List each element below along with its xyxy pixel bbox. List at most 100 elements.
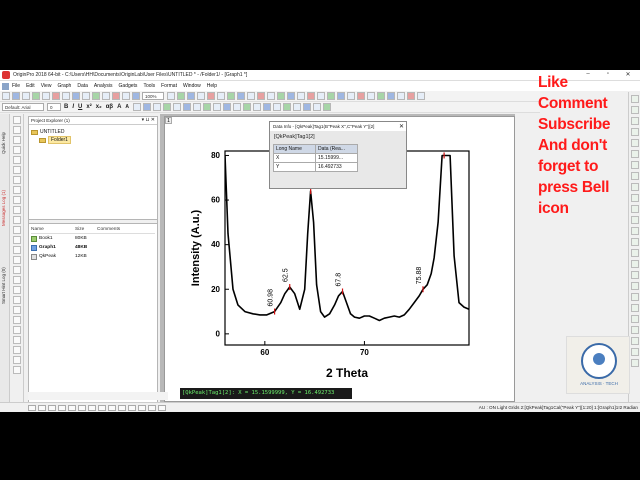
tree-root[interactable]: UNTITLED xyxy=(31,128,155,136)
tool-button[interactable] xyxy=(630,359,639,367)
tool-button[interactable] xyxy=(12,316,21,324)
tool-button[interactable] xyxy=(12,146,21,154)
status-tool-button[interactable] xyxy=(98,405,106,411)
tool-button[interactable] xyxy=(12,226,21,234)
toolbar-button[interactable] xyxy=(163,103,172,111)
tool-button[interactable] xyxy=(12,336,21,344)
tool-button[interactable] xyxy=(12,236,21,244)
tool-button[interactable] xyxy=(12,116,21,124)
toolbar-button[interactable] xyxy=(203,103,212,111)
menu-file[interactable]: File xyxy=(12,83,20,89)
tool-button[interactable] xyxy=(630,337,639,345)
toolbar-button[interactable] xyxy=(317,92,325,100)
toolbar-button[interactable] xyxy=(367,92,375,100)
menu-analysis[interactable]: Analysis xyxy=(94,83,113,89)
tab-smart-hint-log[interactable]: Smart Hint Log (0) xyxy=(1,267,6,304)
status-tool-button[interactable] xyxy=(118,405,126,411)
status-tool-button[interactable] xyxy=(108,405,116,411)
status-tool-button[interactable] xyxy=(158,405,166,411)
toolbar-button[interactable] xyxy=(243,103,252,111)
toolbar-button[interactable] xyxy=(223,103,232,111)
toolbar-button[interactable] xyxy=(387,92,395,100)
tool-button[interactable] xyxy=(630,271,639,279)
toolbar-button[interactable] xyxy=(327,92,335,100)
toolbar-button[interactable] xyxy=(177,92,185,100)
toolbar-button[interactable] xyxy=(307,92,315,100)
tool-button[interactable] xyxy=(12,356,21,364)
status-tool-button[interactable] xyxy=(128,405,136,411)
menu-data[interactable]: Data xyxy=(77,83,88,89)
toolbar-button[interactable] xyxy=(193,103,202,111)
project-explorer-controls[interactable]: ▾ ⊔ ✕ xyxy=(142,117,155,123)
status-tool-button[interactable] xyxy=(38,405,46,411)
tool-button[interactable] xyxy=(12,276,21,284)
bold-button[interactable]: B xyxy=(64,104,68,110)
tool-button[interactable] xyxy=(12,346,21,354)
toolbar-button[interactable] xyxy=(112,92,120,100)
toolbar-button[interactable] xyxy=(122,92,130,100)
toolbar-button[interactable] xyxy=(233,103,242,111)
menu-gadgets[interactable]: Gadgets xyxy=(119,83,138,89)
tool-button[interactable] xyxy=(630,249,639,257)
tool-button[interactable] xyxy=(12,296,21,304)
toolbar-button[interactable] xyxy=(62,92,70,100)
menu-help[interactable]: Help xyxy=(207,83,217,89)
tool-button[interactable] xyxy=(630,238,639,246)
superscript-button[interactable]: x² xyxy=(86,104,91,110)
toolbar-button[interactable] xyxy=(197,92,205,100)
toolbar-button[interactable] xyxy=(293,103,302,111)
toolbar-button[interactable] xyxy=(257,92,265,100)
toolbar-button[interactable] xyxy=(347,92,355,100)
tool-button[interactable] xyxy=(630,293,639,301)
toolbar-button[interactable] xyxy=(237,92,245,100)
toolbar-button[interactable] xyxy=(32,92,40,100)
tool-button[interactable] xyxy=(12,176,21,184)
toolbar-button[interactable] xyxy=(72,92,80,100)
tab-quick-help[interactable]: Quick Help xyxy=(1,132,6,154)
increase-font-button[interactable]: A xyxy=(117,104,121,110)
tool-button[interactable] xyxy=(630,304,639,312)
font-size-select[interactable]: 0 xyxy=(47,103,61,111)
toolbar-button[interactable] xyxy=(132,92,140,100)
tool-button[interactable] xyxy=(12,136,21,144)
tool-button[interactable] xyxy=(12,156,21,164)
toolbar-button[interactable] xyxy=(102,92,110,100)
toolbar-button[interactable] xyxy=(267,92,275,100)
status-tool-button[interactable] xyxy=(28,405,36,411)
tool-button[interactable] xyxy=(630,326,639,334)
status-tool-button[interactable] xyxy=(48,405,56,411)
status-tool-button[interactable] xyxy=(68,405,76,411)
tool-button[interactable] xyxy=(12,166,21,174)
toolbar-button[interactable] xyxy=(313,103,322,111)
toolbar-button[interactable] xyxy=(273,103,282,111)
toolbar-button[interactable] xyxy=(407,92,415,100)
toolbar-button[interactable] xyxy=(323,103,332,111)
list-item[interactable]: Graph1 48KB xyxy=(31,243,155,252)
tool-button[interactable] xyxy=(12,366,21,374)
toolbar-button[interactable] xyxy=(337,92,345,100)
menu-format[interactable]: Format xyxy=(161,83,177,89)
tool-button[interactable] xyxy=(630,315,639,323)
status-tool-button[interactable] xyxy=(138,405,146,411)
toolbar-button[interactable] xyxy=(167,92,175,100)
graph-window[interactable]: 1 0 20 40 60 80 60 70 2 Theta Intensity (A.u.) 60… xyxy=(164,116,515,402)
status-tool-button[interactable] xyxy=(148,405,156,411)
tool-button[interactable] xyxy=(630,227,639,235)
data-info-titlebar[interactable]: Data Info - [QkPeak]Tag1(B"Peak X",C"Pea… xyxy=(270,122,406,131)
list-item[interactable]: Book1 80KB xyxy=(31,234,155,243)
toolbar-button[interactable] xyxy=(417,92,425,100)
italic-button[interactable]: I xyxy=(72,104,74,110)
font-name-select[interactable]: Default: Arial xyxy=(2,103,44,111)
tool-button[interactable] xyxy=(630,348,639,356)
tool-button[interactable] xyxy=(12,216,21,224)
toolbar-button[interactable] xyxy=(377,92,385,100)
toolbar-button[interactable] xyxy=(297,92,305,100)
tool-button[interactable] xyxy=(12,196,21,204)
toolbar-button[interactable] xyxy=(143,103,152,111)
column-comments[interactable]: Comments xyxy=(97,227,137,232)
tool-button[interactable] xyxy=(12,246,21,254)
toolbar-button[interactable] xyxy=(187,92,195,100)
tool-button[interactable] xyxy=(12,286,21,294)
menu-window[interactable]: Window xyxy=(183,83,201,89)
toolbar-button[interactable] xyxy=(263,103,272,111)
